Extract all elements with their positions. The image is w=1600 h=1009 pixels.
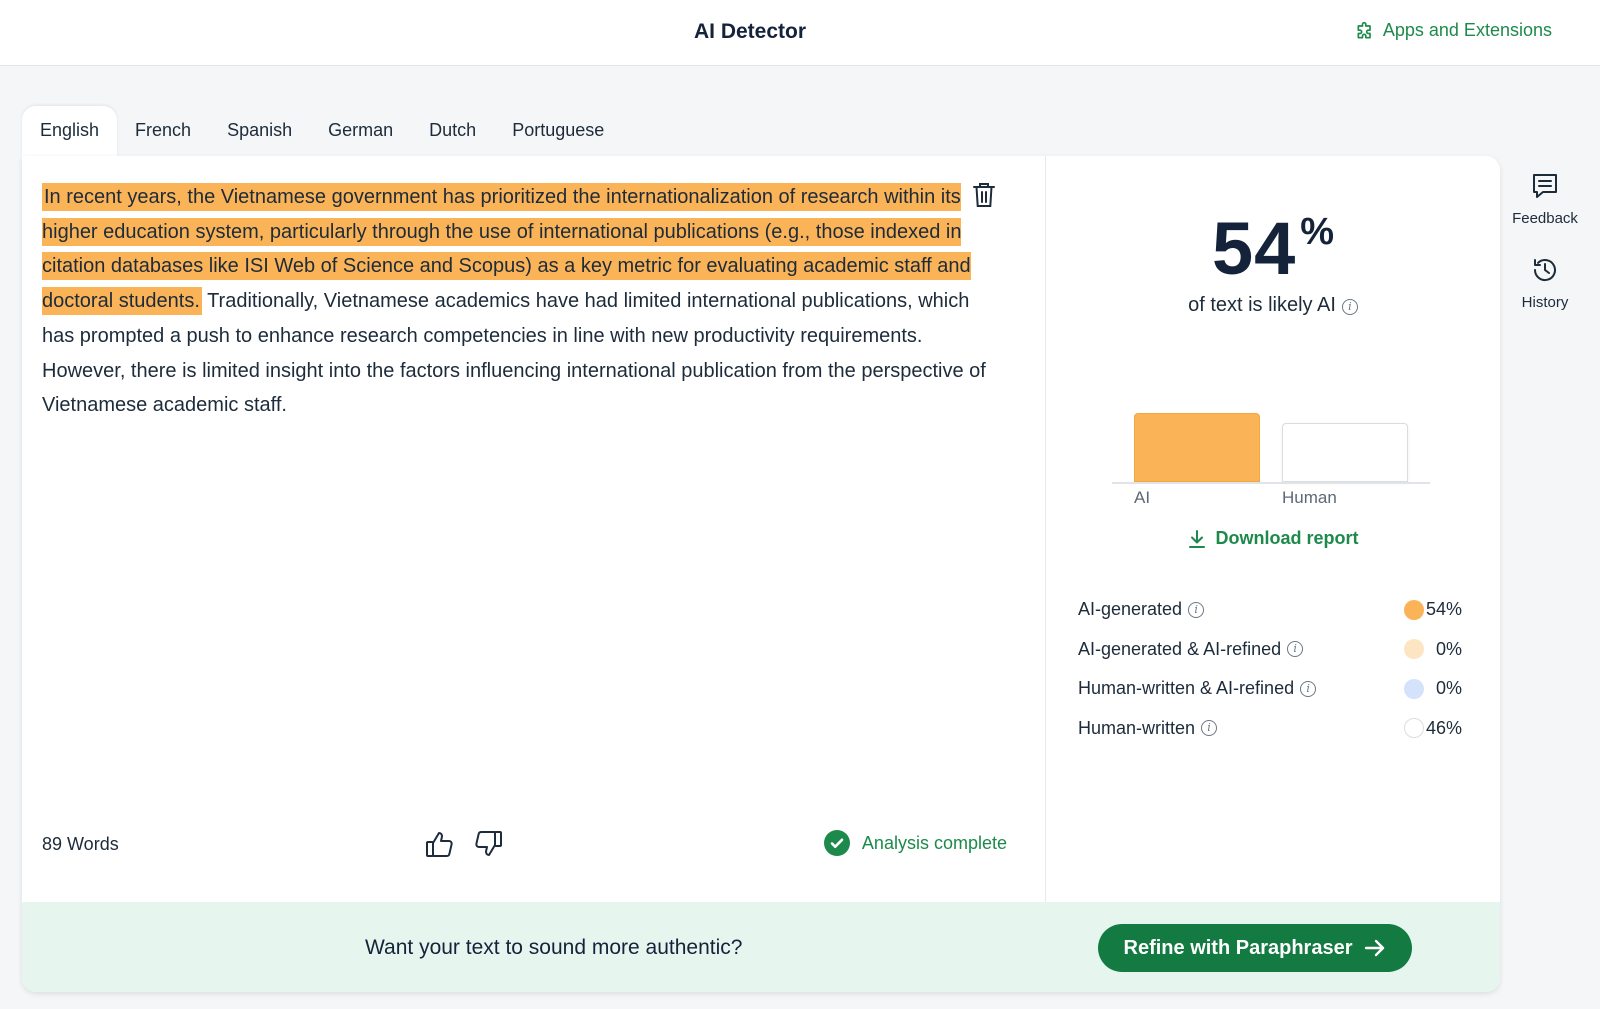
likely-ai-text: of text is likely AI: [1188, 294, 1336, 316]
human-ai-refined-dot: [1404, 678, 1424, 699]
history-icon: [1533, 259, 1556, 282]
word-count: 89 Words: [42, 834, 119, 854]
ai-bar-label: AI: [1134, 488, 1151, 507]
page-title: AI Detector: [693, 20, 807, 43]
text-editor-panel: In recent years, the Vietnamese governme…: [22, 156, 1046, 902]
breakdown-label: AI-generated & AI-refined: [1078, 638, 1282, 659]
tab-spanish[interactable]: Spanish: [209, 106, 310, 156]
refine-button-label: Refine with Paraphraser: [1123, 936, 1353, 959]
breakdown-label: AI-generated: [1078, 599, 1183, 620]
breakdown-value: 0%: [1435, 638, 1462, 659]
history-label: History: [1521, 294, 1569, 311]
puzzle-icon: [1357, 21, 1371, 39]
tab-portuguese[interactable]: Portuguese: [494, 106, 622, 156]
info-icon[interactable]: i: [1300, 680, 1317, 697]
tab-french[interactable]: French: [117, 106, 209, 156]
download-icon: [1188, 529, 1205, 548]
ai-percent-value: 54: [1211, 207, 1297, 290]
human-bar: [1282, 423, 1408, 482]
breakdown-value: 46%: [1425, 717, 1462, 738]
tab-english[interactable]: English: [22, 106, 118, 156]
check-circle-icon: [823, 830, 850, 856]
analysis-status-label: Analysis complete: [861, 832, 1007, 853]
paraphraser-banner: Want your text to sound more authentic? …: [22, 902, 1500, 992]
language-tabs: English French Spanish German Dutch Port…: [22, 106, 622, 156]
human-written-dot: [1404, 718, 1424, 739]
human-bar-label: Human: [1282, 488, 1337, 507]
thumbs-down-icon[interactable]: [472, 828, 504, 860]
breakdown-row-human-ai-refined: Human-written & AI-refined i 0%: [1078, 669, 1470, 709]
tab-dutch[interactable]: Dutch: [411, 106, 494, 156]
ai-bar: [1134, 413, 1260, 482]
download-report-link[interactable]: Download report: [1046, 528, 1500, 549]
ai-human-bar-chart: AI Human: [1112, 406, 1430, 507]
tab-german[interactable]: German: [310, 106, 411, 156]
breakdown-value: 54%: [1425, 599, 1462, 620]
arrow-right-icon: [1365, 939, 1385, 957]
likely-ai-label: of text is likely AI i: [1046, 294, 1500, 317]
ai-score: 54%: [1046, 206, 1500, 291]
history-button[interactable]: History: [1490, 256, 1600, 311]
breakdown-row-ai-generated: AI-generated i 54%: [1078, 590, 1470, 630]
breakdown-label: Human-written: [1078, 717, 1196, 738]
apps-and-extensions-link[interactable]: Apps and Extensions: [1355, 20, 1552, 41]
info-icon[interactable]: i: [1201, 720, 1218, 737]
score-breakdown: AI-generated i 54% AI-generated & AI-refi…: [1078, 590, 1470, 748]
info-icon[interactable]: i: [1188, 601, 1205, 618]
detector-card: In recent years, the Vietnamese governme…: [22, 156, 1500, 992]
text-input-area[interactable]: In recent years, the Vietnamese governme…: [42, 180, 992, 423]
ai-refined-dot: [1404, 639, 1424, 660]
refine-with-paraphraser-button[interactable]: Refine with Paraphraser: [1098, 924, 1412, 972]
breakdown-label: Human-written & AI-refined: [1078, 678, 1295, 699]
chart-baseline: [1112, 482, 1430, 484]
feedback-label: Feedback: [1512, 210, 1578, 227]
feedback-thumbs: [424, 828, 504, 860]
top-bar: AI Detector Apps and Extensions: [0, 0, 1600, 66]
breakdown-value: 0%: [1435, 678, 1462, 699]
percent-sign: %: [1300, 211, 1335, 253]
thumbs-up-icon[interactable]: [424, 828, 456, 860]
download-report-label: Download report: [1215, 528, 1359, 548]
breakdown-row-ai-refined: AI-generated & AI-refined i 0%: [1078, 630, 1470, 670]
info-icon[interactable]: i: [1341, 299, 1358, 315]
feedback-button[interactable]: Feedback: [1490, 172, 1600, 227]
info-icon[interactable]: i: [1287, 641, 1304, 658]
results-panel: 54% of text is likely AI i AI Human Downl…: [1046, 156, 1500, 902]
ai-generated-dot: [1404, 599, 1424, 620]
banner-text: Want your text to sound more authentic?: [365, 936, 743, 959]
trash-icon[interactable]: [972, 182, 996, 208]
feedback-icon: [1533, 174, 1557, 198]
breakdown-row-human-written: Human-written i 46%: [1078, 709, 1470, 749]
analysis-status: Analysis complete: [823, 830, 1007, 856]
apps-and-extensions-label: Apps and Extensions: [1382, 20, 1552, 40]
